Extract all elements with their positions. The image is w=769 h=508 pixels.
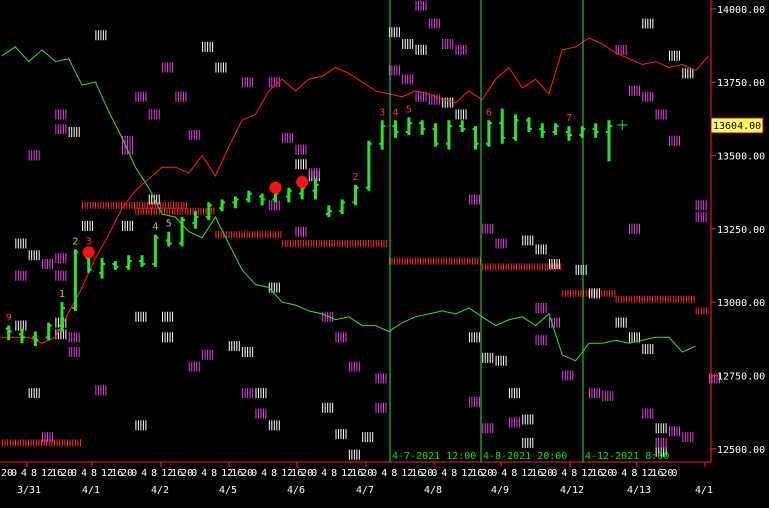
volume-profile-marks (15, 0, 721, 460)
count-label: 7 (566, 113, 572, 124)
y-tick-label: 12500.00 (717, 445, 765, 456)
x-hour-label: 0 (431, 468, 437, 479)
x-hour-label: 4 (501, 468, 507, 479)
x-hour-label: 0 (611, 468, 617, 479)
support-lines (2, 201, 710, 447)
y-tick-label: 13000.00 (717, 298, 765, 309)
x-hour-label: 8 (331, 468, 337, 479)
x-hour-label: 4 (201, 468, 207, 479)
vertical-marker-label: 4-7-2021 12:00 (392, 451, 476, 462)
vertical-marker-label: 4-12-2021 8:00 (585, 451, 669, 462)
x-hour-label: 8 (511, 468, 517, 479)
x-date-label: 4/13 (627, 485, 651, 496)
x-axis: 200 4 8 1216200 4 8 1216200 4 8 1216200 4 8 1216200 4… (1, 462, 713, 496)
x-hour-label: 8 (271, 468, 277, 479)
x-date-label: 4/12 (560, 485, 584, 496)
y-tick-label: 13750.00 (717, 78, 765, 89)
x-date-label: 4/9 (491, 485, 509, 496)
x-hour-label: 8 (451, 468, 457, 479)
x-hour-label: 0 (71, 468, 77, 479)
vertical-time-markers: 4-7-2021 12:00 4-8-2021 20:00 4-12-2021 8:… (389, 0, 669, 462)
x-hour-label: 4 (261, 468, 267, 479)
count-label: 4 (152, 222, 158, 233)
y-tick-label: 13250.00 (717, 225, 765, 236)
x-hour-label: 0 (251, 468, 257, 479)
x-hour-label: 0 (191, 468, 197, 479)
x-date-label: 4/1 (82, 485, 100, 496)
y-tick-label: 14000.00 (717, 5, 765, 16)
x-date-label: 4/7 (356, 485, 374, 496)
signal-dot (269, 181, 282, 194)
x-hour-label: 4 (141, 468, 147, 479)
x-hour-label: 4 (321, 468, 327, 479)
x-hour-label: 4 (561, 468, 567, 479)
x-hour-label: 8 (151, 468, 157, 479)
vertical-marker-label: 4-8-2021 20:00 (483, 451, 567, 462)
count-label: 5 (166, 219, 172, 230)
x-date-label: 4/5 (219, 485, 237, 496)
x-hour-label: 8 (31, 468, 37, 479)
x-date-label: 3/31 (17, 485, 41, 496)
x-hour-label: 0 (551, 468, 557, 479)
price-chart: 912 34 523 4 5 67 4-7-2021 12:00 4-8-2021 20:0… (0, 0, 765, 496)
x-hour-label: 4 (381, 468, 387, 479)
y-tick-label: 13500.00 (717, 151, 765, 162)
count-label: 3 (379, 107, 385, 118)
x-hour-label: 0 (671, 468, 677, 479)
signal-dot (82, 246, 95, 259)
x-hour-label: 8 (571, 468, 577, 479)
count-label: 5 (406, 104, 412, 115)
count-label: 4 (393, 107, 399, 118)
x-hour-label: 4 (81, 468, 87, 479)
count-label: 1 (59, 289, 65, 300)
count-label: 2 (353, 172, 359, 183)
count-label: 3 (86, 236, 92, 247)
x-date-label: 4/8 (424, 485, 442, 496)
x-hour-label: 0 (131, 468, 137, 479)
x-hour-label: 8 (211, 468, 217, 479)
x-hour-label: 0 (491, 468, 497, 479)
grid-layer (0, 0, 712, 463)
signal-dot (296, 175, 309, 188)
x-hour-label: 4 (441, 468, 447, 479)
x-hour-label: 4 (21, 468, 27, 479)
x-hour-label: 4 (621, 468, 627, 479)
x-date-label: 4/1 (695, 485, 713, 496)
signal-markers: 912 34 523 4 5 67 (6, 104, 572, 323)
count-label: 6 (486, 107, 492, 118)
x-hour-label: 8 (91, 468, 97, 479)
x-date-label: 4/2 (151, 485, 169, 496)
price-bars (5, 108, 628, 347)
x-date-label: 4/6 (287, 485, 305, 496)
x-hour-label: 0 (371, 468, 377, 479)
x-hour-label: 0 (311, 468, 317, 479)
y-tick-label: 12750.00 (717, 371, 765, 382)
x-hour-label: 0 (11, 468, 17, 479)
y-axis: 12500.00 12750.00 13000.00 13250.00 13500.00… (710, 5, 765, 456)
count-label: 2 (72, 236, 78, 247)
x-hour-label: 8 (631, 468, 637, 479)
count-label: 9 (6, 313, 12, 324)
last-price-label: 13604.00 (713, 121, 761, 132)
x-hour-label: 8 (391, 468, 397, 479)
